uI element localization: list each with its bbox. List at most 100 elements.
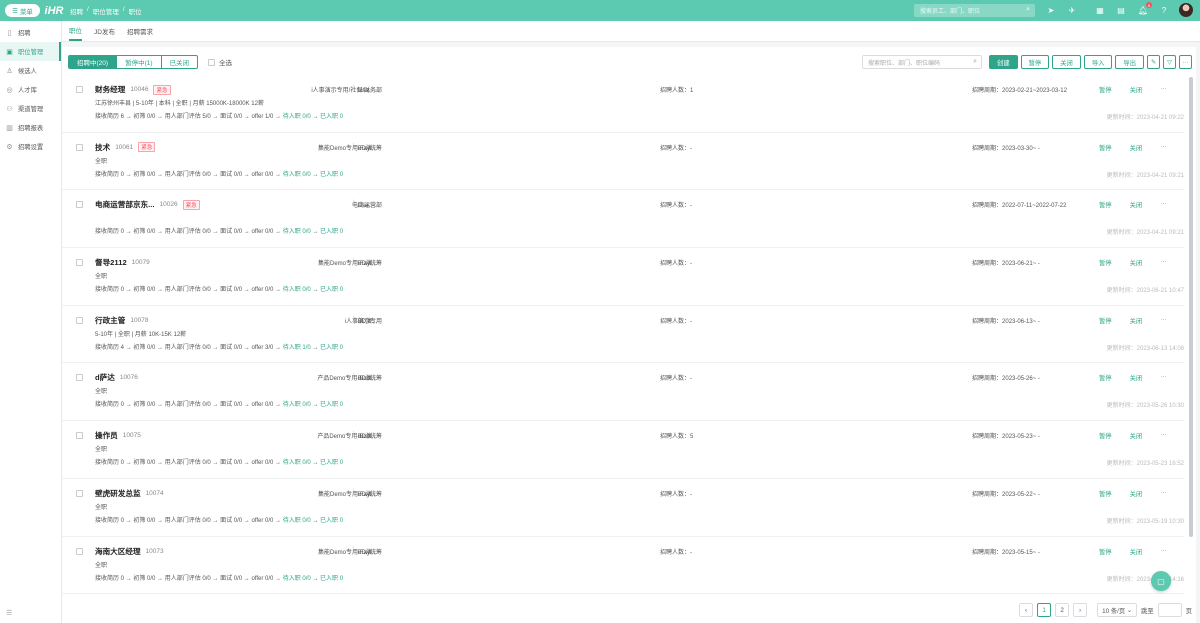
collapse-sidebar-icon[interactable]: ☰ bbox=[6, 609, 12, 617]
row-pause-button[interactable]: 暂停 bbox=[1099, 489, 1112, 498]
sidebar-item-settings[interactable]: ⚙ 招聘设置 bbox=[0, 137, 61, 156]
import-button[interactable]: 导入 bbox=[1083, 55, 1113, 69]
pause-button[interactable]: 暂停 bbox=[1020, 55, 1050, 69]
row-close-button[interactable]: 关闭 bbox=[1130, 489, 1143, 498]
position-name[interactable]: 财务经理 bbox=[95, 84, 125, 95]
row-more-icon[interactable]: ··· bbox=[1160, 143, 1166, 152]
row-checkbox[interactable] bbox=[76, 201, 83, 209]
pipeline-stage[interactable]: 接收简历 4 bbox=[95, 345, 124, 351]
pipeline-stage[interactable]: 用人部门评估 0/0 bbox=[165, 287, 211, 293]
pipeline-stage[interactable]: 待入职 0/0 bbox=[283, 402, 311, 408]
pipeline-stage[interactable]: 初筛 0/0 bbox=[133, 402, 155, 408]
breadcrumb-position-mgmt[interactable]: 职位管理 bbox=[93, 6, 119, 16]
row-close-button[interactable]: 关闭 bbox=[1130, 431, 1143, 440]
position-name[interactable]: 行政主管 bbox=[95, 315, 125, 326]
select-all[interactable]: 全选 bbox=[208, 57, 232, 67]
help-icon[interactable]: ? bbox=[1158, 4, 1170, 17]
pipeline-stage[interactable]: offer 0/0 bbox=[251, 402, 273, 408]
tab-positions[interactable]: 职位 bbox=[69, 20, 82, 41]
row-pause-button[interactable]: 暂停 bbox=[1099, 316, 1112, 325]
pipeline-stage[interactable]: 待入职 0/0 bbox=[283, 576, 311, 582]
pipeline-stage[interactable]: 已入职 0 bbox=[320, 114, 343, 120]
pipeline-stage[interactable]: offer 0/0 bbox=[251, 518, 273, 524]
row-checkbox[interactable] bbox=[76, 143, 83, 151]
pipeline-stage[interactable]: 用人部门评估 0/0 bbox=[165, 345, 211, 351]
row-more-icon[interactable]: ··· bbox=[1160, 85, 1166, 94]
row-close-button[interactable]: 关闭 bbox=[1130, 547, 1143, 556]
edit-icon[interactable]: ✎ bbox=[1147, 55, 1160, 69]
pipeline-stage[interactable]: 用人部门评估 5/0 bbox=[165, 114, 211, 120]
row-close-button[interactable]: 关闭 bbox=[1130, 258, 1143, 267]
position-name[interactable]: d萨达 bbox=[95, 372, 115, 383]
row-checkbox[interactable] bbox=[76, 259, 83, 267]
sidebar-item-position-mgmt[interactable]: ▣ 职位管理 bbox=[0, 42, 61, 61]
pipeline-stage[interactable]: 已入职 0 bbox=[320, 287, 343, 293]
bell-icon[interactable]: 🔔︎ 8 bbox=[1137, 2, 1152, 17]
pipeline-stage[interactable]: 接收简历 0 bbox=[95, 460, 124, 466]
pipeline-stage[interactable]: 待入职 0/0 bbox=[283, 172, 311, 178]
table-row[interactable]: 电商运营部京东... 10026 紧急 电商运营部 | Lisa、... 接收简历 0 → … bbox=[62, 190, 1184, 249]
row-checkbox[interactable] bbox=[76, 86, 83, 93]
table-row[interactable]: 督导2112 10079 集能Demo专用-Fay统筹 | BD演... 全职 接收简历 0… bbox=[62, 248, 1184, 306]
pin-icon[interactable]: ➤ bbox=[1045, 4, 1057, 17]
pipeline-stage[interactable]: 用人部门评估 0/0 bbox=[165, 518, 211, 524]
table-row[interactable]: 行政主管 10078 i人事演示专用 | BD演... 5-10年 | 全职 | 月薪 1… bbox=[62, 306, 1184, 364]
position-name[interactable]: 技术 bbox=[95, 142, 110, 153]
pipeline-stage[interactable]: 待入职 0/0 bbox=[283, 114, 311, 120]
pipeline-stage[interactable]: 接收简历 0 bbox=[95, 287, 124, 293]
page-size-select[interactable]: 10 条/页 ⌄ bbox=[1097, 603, 1138, 617]
pipeline-stage[interactable]: 初筛 0/0 bbox=[133, 172, 155, 178]
row-close-button[interactable]: 关闭 bbox=[1130, 200, 1143, 209]
position-name[interactable]: 督导2112 bbox=[95, 257, 127, 268]
row-close-button[interactable]: 关闭 bbox=[1130, 85, 1143, 94]
row-close-button[interactable]: 关闭 bbox=[1130, 316, 1143, 325]
pipeline-stage[interactable]: 用人部门评估 0/0 bbox=[165, 460, 211, 466]
chat-assistant-icon[interactable]: ▢ bbox=[1151, 571, 1171, 591]
pipeline-stage[interactable]: 已入职 0 bbox=[320, 518, 343, 524]
row-more-icon[interactable]: ··· bbox=[1160, 200, 1166, 209]
avatar[interactable] bbox=[1179, 3, 1193, 17]
page-2[interactable]: 2 bbox=[1055, 603, 1070, 617]
scrollbar[interactable] bbox=[1189, 77, 1193, 537]
pipeline-stage[interactable]: 用人部门评估 0/0 bbox=[165, 172, 211, 178]
pipeline-stage[interactable]: 用人部门评估 0/0 bbox=[165, 229, 211, 235]
pipeline-stage[interactable]: offer 1/0 bbox=[251, 114, 273, 120]
pipeline-stage[interactable]: 初筛 0/0 bbox=[133, 518, 155, 524]
position-name[interactable]: 电商运营部京东... bbox=[95, 199, 155, 210]
pipeline-stage[interactable]: 面试 0/0 bbox=[220, 114, 242, 120]
create-button[interactable]: 创建 bbox=[989, 55, 1018, 69]
pipeline-stage[interactable]: 用人部门评估 0/0 bbox=[165, 576, 211, 582]
row-more-icon[interactable]: ··· bbox=[1160, 316, 1166, 325]
table-row[interactable]: 海南大区经理 10073 集能Demo专用-Fay统筹 | BD演... 全职 接收简历 0… bbox=[62, 537, 1184, 595]
app-logo[interactable]: iHR bbox=[45, 4, 64, 18]
row-close-button[interactable]: 关闭 bbox=[1130, 143, 1143, 152]
row-checkbox[interactable] bbox=[76, 489, 83, 497]
pipeline-stage[interactable]: 已入职 0 bbox=[320, 402, 343, 408]
more-icon[interactable]: ··· bbox=[1179, 55, 1192, 69]
next-page-button[interactable]: › bbox=[1073, 603, 1088, 617]
position-name[interactable]: 操作员 bbox=[95, 430, 118, 441]
position-search-input[interactable]: 搜索职位、部门、职位编码 ⌕ bbox=[862, 55, 983, 69]
row-pause-button[interactable]: 暂停 bbox=[1099, 258, 1112, 267]
position-name[interactable]: 壁虎研发总监 bbox=[95, 488, 141, 499]
table-row[interactable]: 财务经理 10046 紧急 i人事演示专用/社保/财务部 | Lisa、... 江苏徐州丰县… bbox=[62, 75, 1184, 133]
pipeline-stage[interactable]: 待入职 0/0 bbox=[283, 229, 311, 235]
pipeline-stage[interactable]: 初筛 0/0 bbox=[133, 345, 155, 351]
row-more-icon[interactable]: ··· bbox=[1160, 431, 1166, 440]
row-more-icon[interactable]: ··· bbox=[1160, 489, 1166, 498]
tab-jd-publish[interactable]: JD发布 bbox=[94, 20, 115, 41]
row-checkbox[interactable] bbox=[76, 316, 83, 324]
pipeline-stage[interactable]: 接收简历 0 bbox=[95, 402, 124, 408]
pipeline-stage[interactable]: 已入职 0 bbox=[320, 345, 343, 351]
pipeline-stage[interactable]: 面试 0/0 bbox=[220, 229, 242, 235]
tab-recruit-demand[interactable]: 招聘需求 bbox=[127, 20, 153, 41]
pipeline-stage[interactable]: 初筛 0/0 bbox=[133, 576, 155, 582]
pipeline-stage[interactable]: offer 0/0 bbox=[251, 229, 273, 235]
row-pause-button[interactable]: 暂停 bbox=[1099, 431, 1112, 440]
pipeline-stage[interactable]: 初筛 0/0 bbox=[133, 114, 155, 120]
pipeline-stage[interactable]: 待入职 1/0 bbox=[283, 345, 311, 351]
page-1[interactable]: 1 bbox=[1037, 603, 1052, 617]
table-row[interactable]: 采购主管10071客户实施Demo专用-Leo统筹|BD演...招聘人数：1招聘… bbox=[62, 594, 1184, 598]
prev-page-button[interactable]: ‹ bbox=[1019, 603, 1034, 617]
pipeline-stage[interactable]: 已入职 0 bbox=[320, 229, 343, 235]
